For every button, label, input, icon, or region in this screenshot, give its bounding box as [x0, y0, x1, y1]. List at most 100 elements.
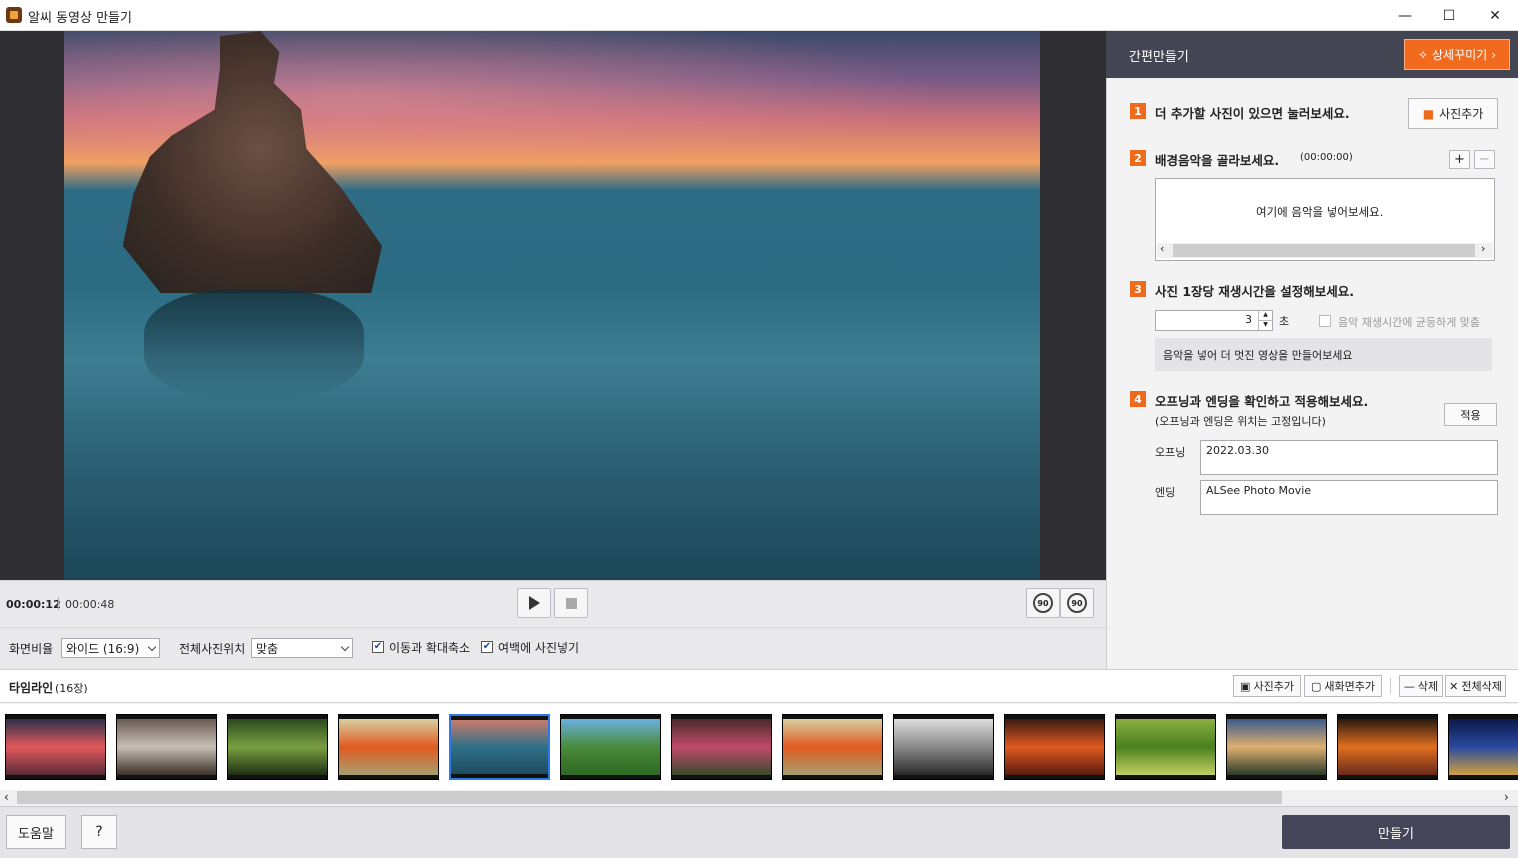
pan-zoom-label: 이동과 확대축소 — [389, 641, 471, 655]
rotate-left-icon: 90 — [1033, 593, 1053, 613]
thumbnail-green-field[interactable] — [560, 714, 661, 780]
thumbnail-plant-leaves[interactable] — [227, 714, 328, 780]
minimize-icon: — — [1398, 7, 1412, 24]
aspect-select[interactable]: 와이드 (16:9) — [61, 638, 160, 658]
question-icon: ? — [95, 824, 103, 840]
add-photo-button[interactable]: ■ 사진추가 — [1408, 98, 1498, 129]
close-icon: ✕ — [1449, 679, 1459, 693]
thumbnail-coast-sunset[interactable] — [1226, 714, 1327, 780]
thumbnail-image — [6, 719, 105, 775]
pan-zoom-checkbox[interactable]: ✔ — [372, 641, 384, 653]
seconds-value: 3 — [1245, 313, 1252, 326]
close-icon: ✕ — [1489, 7, 1501, 24]
step1-number: 1 — [1130, 103, 1146, 119]
thumbnail-image — [1116, 719, 1215, 775]
close-button[interactable]: ✕ — [1472, 0, 1518, 31]
preview-image — [64, 31, 1040, 580]
thumbnail-red-poppy[interactable] — [338, 714, 439, 780]
stop-button[interactable] — [554, 588, 588, 618]
player-controls — [0, 580, 1106, 626]
opening-input[interactable]: 2022.03.30 — [1200, 440, 1498, 475]
delete-all-button[interactable]: ✕ 전체삭제 — [1445, 675, 1506, 697]
app-icon — [6, 7, 22, 23]
thumbnail-red-poppy-2[interactable] — [782, 714, 883, 780]
seconds-unit: 초 — [1279, 315, 1290, 328]
ending-input[interactable]: ALSee Photo Movie — [1200, 480, 1498, 515]
thumbnail-image — [894, 719, 993, 775]
position-label: 전체사진위치 — [179, 642, 246, 656]
ending-value: ALSee Photo Movie — [1206, 484, 1312, 497]
sync-music-label: 음악 재생시간에 균등하게 맞춤 — [1338, 316, 1481, 329]
detail-edit-button[interactable]: ✧ 상세꾸미기 › — [1404, 39, 1510, 70]
thumbnail-sunset-beach[interactable] — [5, 714, 106, 780]
thumbnail-image — [783, 719, 882, 775]
total-time: 00:00:48 — [65, 598, 115, 611]
minus-icon: − — [1479, 152, 1490, 167]
make-button[interactable]: 만들기 — [1282, 815, 1510, 849]
minus-icon: — — [1403, 679, 1415, 693]
help-button[interactable]: 도움말 — [6, 815, 66, 849]
scroll-right-icon[interactable]: › — [1504, 790, 1509, 804]
music-drop-hint: 여기에 음악을 넣어보세요. — [1256, 205, 1384, 219]
thumbnail-image — [1338, 719, 1437, 775]
thumbnail-blue-night[interactable] — [1448, 714, 1518, 780]
thumbnail-fire-sky[interactable] — [1004, 714, 1105, 780]
current-time: 00:00:12 — [6, 598, 61, 611]
rotate-right-icon: 90 — [1067, 593, 1087, 613]
sync-music-checkbox[interactable] — [1319, 315, 1331, 327]
maximize-button[interactable]: ☐ — [1426, 0, 1472, 31]
stepper-down-icon[interactable]: ▼ — [1258, 320, 1272, 330]
thumbnail-image — [1005, 719, 1104, 775]
aspect-label: 화면비율 — [9, 642, 54, 656]
make-label: 만들기 — [1378, 826, 1414, 842]
step4-number: 4 — [1130, 391, 1146, 407]
thumbnail-image — [451, 720, 548, 774]
time-separator — [58, 597, 59, 610]
question-button[interactable]: ? — [81, 815, 117, 849]
step2-number: 2 — [1130, 150, 1146, 166]
seconds-stepper[interactable] — [1155, 310, 1273, 331]
rotate-left-button[interactable]: 90 — [1026, 588, 1060, 618]
step3-number: 3 — [1130, 281, 1146, 297]
thumbnail-sea-rock[interactable] — [449, 714, 550, 780]
play-button[interactable] — [517, 588, 551, 618]
apply-label: 적용 — [1460, 408, 1481, 422]
magic-wand-icon: ✧ — [1417, 47, 1429, 62]
scroll-right-icon[interactable]: › — [1481, 242, 1485, 255]
delete-button[interactable]: — 삭제 — [1399, 675, 1443, 697]
rotate-right-button[interactable]: 90 — [1060, 588, 1094, 618]
thumbnail-image — [1227, 719, 1326, 775]
apply-button[interactable]: 적용 — [1444, 403, 1497, 426]
scroll-left-icon[interactable]: ‹ — [4, 790, 9, 804]
thumbnail-squirrel[interactable] — [116, 714, 217, 780]
aspect-value: 와이드 (16:9) — [66, 641, 140, 656]
title-bar — [0, 0, 1518, 31]
position-select[interactable]: 맞춤 — [251, 638, 353, 658]
music-scroll-thumb[interactable] — [1173, 244, 1475, 257]
step3-text: 사진 1장당 재생시간을 설정해보세요. — [1155, 284, 1355, 299]
add-screen-button[interactable]: ▢ 새화면추가 — [1304, 675, 1382, 697]
timeline-add-photo-button[interactable]: ▣ 사진추가 — [1233, 675, 1301, 697]
add-photo-icon: ▣ — [1240, 679, 1251, 693]
preview-rock-reflection — [144, 289, 364, 399]
stepper-up-icon[interactable]: ▲ — [1258, 311, 1272, 320]
fill-margin-checkbox[interactable]: ✔ — [481, 641, 493, 653]
thumbnail-pink-flowers[interactable] — [671, 714, 772, 780]
remove-music-button[interactable]: − — [1474, 150, 1495, 169]
timeline-add-photo-label: 사진추가 — [1253, 680, 1294, 693]
check-icon: ✔ — [482, 641, 492, 652]
thumbnail-image — [228, 719, 327, 775]
thumbnail-cracked-earth[interactable] — [893, 714, 994, 780]
thumbnail-green-frog[interactable] — [1115, 714, 1216, 780]
help-label: 도움말 — [18, 826, 54, 842]
timeline-scroll-thumb[interactable] — [17, 791, 1282, 804]
scroll-left-icon[interactable]: ‹ — [1160, 242, 1164, 255]
minimize-button[interactable]: — — [1382, 0, 1428, 31]
position-value: 맞춤 — [256, 641, 279, 656]
step4-text: 오프닝과 엔딩을 확인하고 적용해보세요. — [1155, 394, 1369, 409]
music-hint-text: 음악을 넣어 더 멋진 영상을 만들어보세요 — [1163, 349, 1353, 362]
add-screen-label: 새화면추가 — [1324, 680, 1375, 693]
thumbnail-image — [1449, 719, 1518, 775]
add-music-button[interactable]: + — [1449, 150, 1470, 169]
thumbnail-tropical-flower[interactable] — [1337, 714, 1438, 780]
